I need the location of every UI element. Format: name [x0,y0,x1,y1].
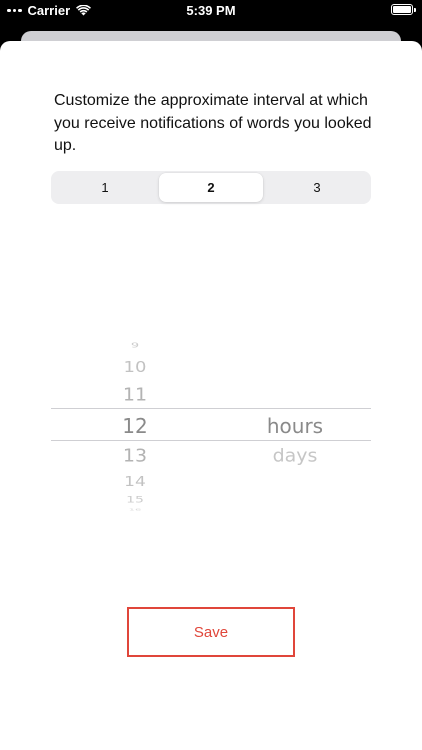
number-option[interactable]: 13 [105,446,165,466]
description-text: Customize the approximate interval at wh… [54,92,372,154]
interval-picker: 9 10 11 12 13 14 15 16 hours days [0,326,422,518]
status-bar: Carrier 5:39 PM [0,0,422,22]
segment-3[interactable]: 3 [265,173,369,202]
battery-icon [391,4,416,15]
segment-1[interactable]: 1 [53,173,157,202]
number-option[interactable]: 15 [105,495,165,505]
number-option[interactable]: 14 [105,474,165,490]
number-option[interactable]: 9 [105,341,165,349]
number-option-selected[interactable]: 12 [105,414,165,438]
segment-2[interactable]: 2 [159,173,263,202]
clock: 5:39 PM [186,3,236,18]
number-option[interactable]: 10 [105,359,165,376]
number-option[interactable]: 11 [105,385,165,405]
unit-option-selected[interactable]: hours [245,414,345,438]
unit-option[interactable]: days [245,446,345,466]
number-option[interactable]: 16 [105,508,165,511]
interval-segmented-control: 1 2 3 [51,171,371,204]
save-button[interactable]: Save [127,607,295,657]
